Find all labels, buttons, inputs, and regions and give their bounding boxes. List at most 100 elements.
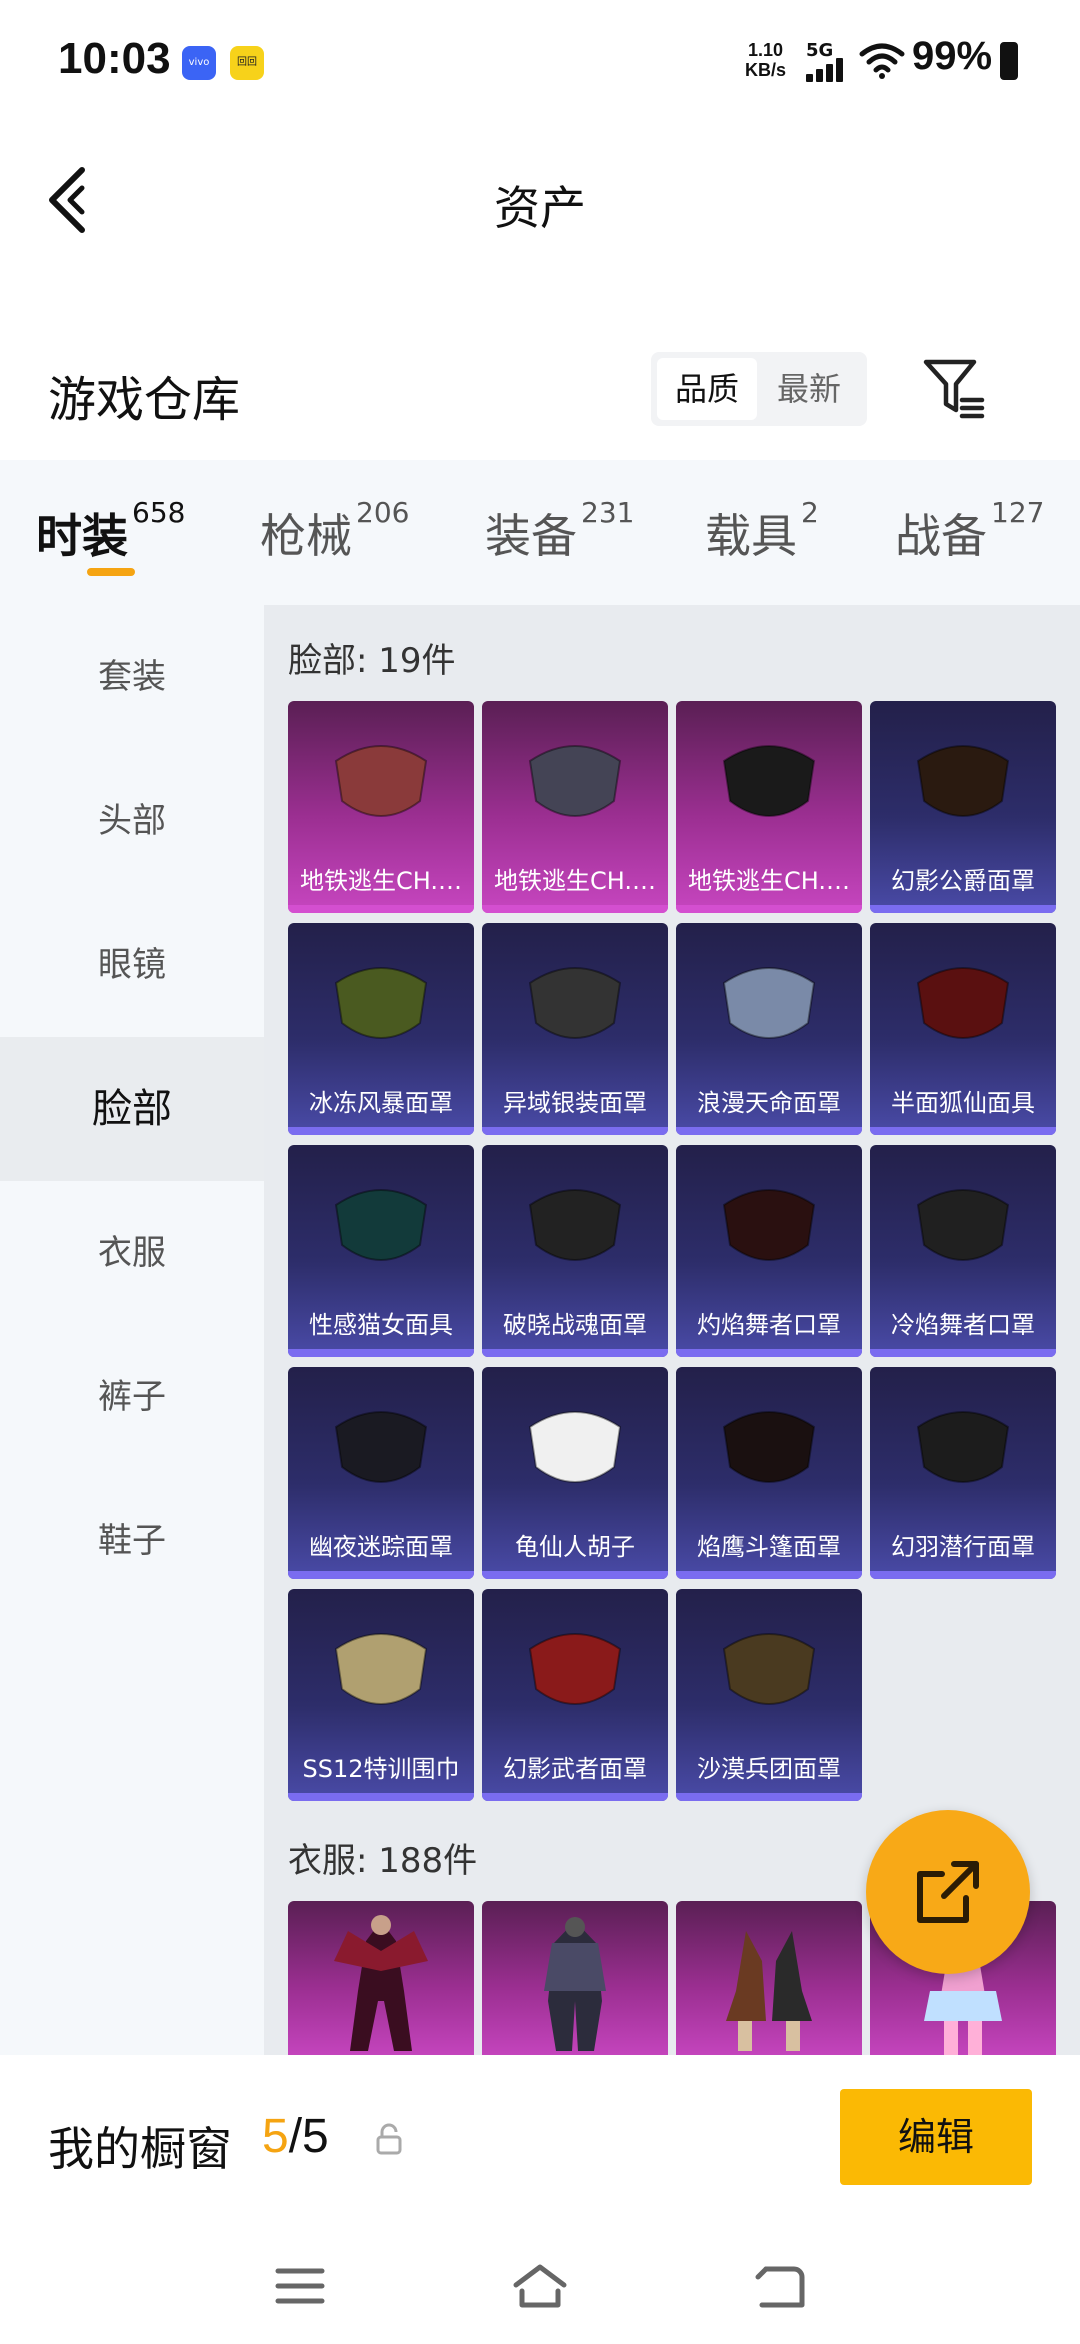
page-title: 资产 [494, 181, 586, 235]
face-item-card[interactable]: 冷焰舞者口罩 [870, 1145, 1056, 1357]
home-icon[interactable] [510, 2261, 570, 2311]
sort-quality-option[interactable]: 品质 [657, 358, 757, 420]
item-name: 幻羽潜行面罩 [891, 1533, 1035, 1561]
side-item-head[interactable]: 头部 [0, 749, 264, 893]
speed-unit: KB/s [745, 60, 787, 80]
side-item-shoes[interactable]: 鞋子 [0, 1469, 264, 1613]
rarity-bar [482, 1793, 668, 1801]
face-item-card[interactable]: 地铁逃生CH.… [288, 701, 474, 913]
side-item-pants[interactable]: 裤子 [0, 1325, 264, 1469]
face-item-card[interactable]: SS12特训围巾 [288, 1589, 474, 1801]
item-name: 幻影武者面罩 [503, 1755, 647, 1783]
item-name: 异域银装面罩 [503, 1089, 647, 1117]
face-item-card[interactable]: 幻羽潜行面罩 [870, 1367, 1056, 1579]
item-image [722, 967, 816, 1039]
item-image [334, 745, 428, 817]
tab-label: 装备 [485, 509, 577, 563]
item-name: 地铁逃生CH.… [299, 867, 462, 895]
edit-button[interactable]: 编辑 [840, 2089, 1032, 2185]
face-item-card[interactable]: 幻影公爵面罩 [870, 701, 1056, 913]
tab-label: 战备 [895, 509, 987, 563]
item-image [916, 1411, 1010, 1483]
battery-percent: 99% [912, 34, 993, 78]
item-image [916, 967, 1010, 1039]
signal-icon [806, 58, 846, 82]
rarity-bar [288, 905, 474, 913]
item-name: 破晓战魂面罩 [503, 1311, 647, 1339]
rarity-bar [482, 1349, 668, 1357]
item-image [334, 967, 428, 1039]
showcase-count: 5/5 [262, 2109, 329, 2164]
face-item-card[interactable]: 幽夜迷踪面罩 [288, 1367, 474, 1579]
sort-newest-option[interactable]: 最新 [759, 358, 859, 420]
network-speed: 1.10 KB/s [745, 40, 786, 80]
item-name: 半面狐仙面具 [891, 1089, 1035, 1117]
wifi-icon [859, 43, 905, 79]
back-nav-icon[interactable] [750, 2261, 810, 2311]
section-title-face: 脸部: 19件 [288, 641, 456, 681]
clothes-item-card[interactable] [676, 1901, 862, 2055]
rarity-bar [482, 905, 668, 913]
tab-vehicles[interactable]: 载具 2 [705, 496, 819, 566]
showcase-total: /5 [288, 2110, 329, 2163]
tab-count: 2 [801, 496, 819, 529]
face-item-card[interactable]: 幻影武者面罩 [482, 1589, 668, 1801]
face-item-card[interactable]: 破晓战魂面罩 [482, 1145, 668, 1357]
share-fab-button[interactable] [866, 1810, 1030, 1974]
item-name: 沙漠兵团面罩 [697, 1755, 841, 1783]
item-image [722, 1633, 816, 1705]
section-title-clothes: 衣服: 188件 [288, 1841, 478, 1881]
face-item-card[interactable]: 沙漠兵团面罩 [676, 1589, 862, 1801]
item-name: SS12特训围巾 [302, 1755, 460, 1783]
status-time: 10:03 [58, 34, 171, 83]
vivo-app-icon: vivo [182, 46, 216, 80]
item-image [334, 1189, 428, 1261]
item-name: 性感猫女面具 [309, 1311, 453, 1339]
side-nav: 套装 头部 眼镜 脸部 衣服 裤子 鞋子 [0, 605, 264, 2055]
warehouse-title: 游戏仓库 [48, 372, 241, 428]
item-name: 冷焰舞者口罩 [891, 1311, 1035, 1339]
tab-firearms[interactable]: 枪械 206 [260, 496, 409, 566]
clothes-item-card[interactable] [482, 1901, 668, 2055]
item-image [722, 1189, 816, 1261]
item-image [334, 1633, 428, 1705]
side-item-face[interactable]: 脸部 [0, 1037, 264, 1181]
showcase-title: 我的橱窗 [48, 2122, 232, 2176]
face-item-card[interactable]: 焰鹰斗篷面罩 [676, 1367, 862, 1579]
tab-count: 231 [581, 496, 635, 529]
rarity-bar [676, 1349, 862, 1357]
category-tabs: 时装 658 枪械 206 装备 231 载具 2 战备 127 [0, 460, 1080, 605]
system-nav-bar [0, 2225, 1080, 2344]
side-item-clothes[interactable]: 衣服 [0, 1181, 264, 1325]
warehouse-header: 游戏仓库 品质 最新 [0, 330, 1080, 450]
tab-fashion[interactable]: 时装 658 [36, 496, 185, 566]
item-name: 灼焰舞者口罩 [697, 1311, 841, 1339]
item-name: 地铁逃生CH.… [493, 867, 656, 895]
face-item-card[interactable]: 浪漫天命面罩 [676, 923, 862, 1135]
face-item-card[interactable]: 地铁逃生CH.… [676, 701, 862, 913]
rarity-bar [676, 905, 862, 913]
face-item-card[interactable]: 龟仙人胡子 [482, 1367, 668, 1579]
face-item-card[interactable]: 异域银装面罩 [482, 923, 668, 1135]
battery-icon [1000, 42, 1018, 80]
tab-combat-gear[interactable]: 战备 127 [895, 496, 1044, 566]
rarity-bar [870, 1349, 1056, 1357]
face-item-card[interactable]: 冰冻风暴面罩 [288, 923, 474, 1135]
showcase-current: 5 [262, 2110, 289, 2163]
item-image [528, 1633, 622, 1705]
side-item-outfit[interactable]: 套装 [0, 605, 264, 749]
face-item-card[interactable]: 地铁逃生CH.… [482, 701, 668, 913]
menu-icon[interactable] [270, 2261, 330, 2311]
status-bar: 10:03 vivo 回回 1.10 KB/s 5G 99% [0, 0, 1080, 120]
face-item-card[interactable]: 灼焰舞者口罩 [676, 1145, 862, 1357]
filter-icon[interactable] [920, 354, 990, 424]
tab-equipment[interactable]: 装备 231 [485, 496, 634, 566]
item-name: 幻影公爵面罩 [891, 867, 1035, 895]
notification-app-icon: 回回 [230, 46, 264, 80]
face-item-card[interactable]: 半面狐仙面具 [870, 923, 1056, 1135]
side-item-glasses[interactable]: 眼镜 [0, 893, 264, 1037]
clothes-item-card[interactable] [288, 1901, 474, 2055]
rarity-bar [288, 1349, 474, 1357]
rarity-bar [870, 905, 1056, 913]
face-item-card[interactable]: 性感猫女面具 [288, 1145, 474, 1357]
